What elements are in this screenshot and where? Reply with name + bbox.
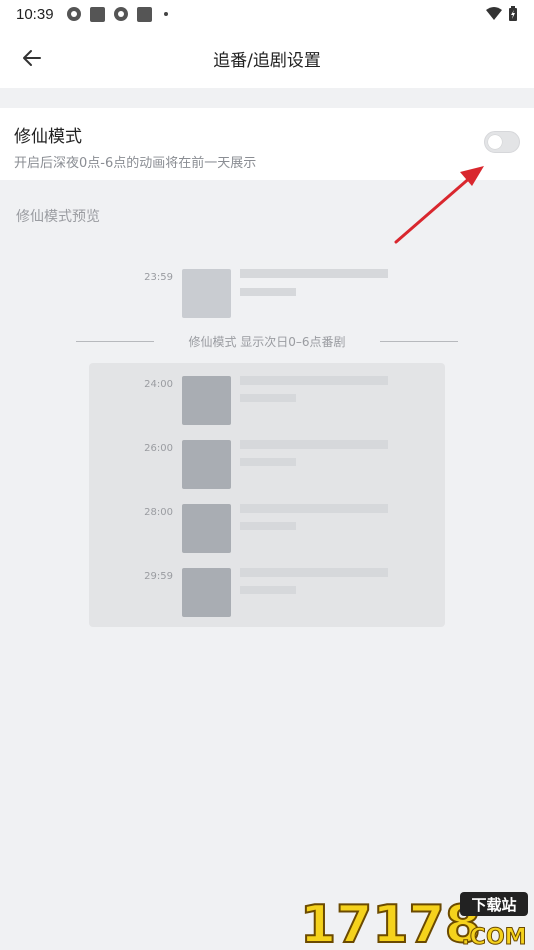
notification-square-icon (136, 6, 152, 22)
preview-time: 26:00 (144, 443, 173, 454)
preview-label: 修仙模式预览 (16, 209, 100, 225)
cultivation-mode-toggle[interactable] (484, 131, 520, 153)
site-watermark-logo: 17178 下载站 .COM (300, 892, 528, 948)
notification-square-icon (89, 6, 105, 22)
subtitle-placeholder-line (240, 522, 296, 530)
toggle-knob (488, 135, 502, 149)
battery-charging-icon (509, 6, 517, 21)
thumbnail-placeholder (182, 504, 231, 553)
subtitle-placeholder-line (240, 586, 296, 594)
svg-text:下载站: 下载站 (471, 896, 516, 914)
preview-time: 23:59 (144, 272, 173, 283)
cultivation-mode-setting[interactable]: 修仙模式 开启后深夜0点-6点的动画将在前一天展示 (0, 108, 534, 180)
status-bar: 10:39 (0, 0, 534, 28)
page-title: 追番/追剧设置 (213, 50, 321, 71)
preview-time: 28:00 (144, 507, 173, 518)
more-notifications-dot-icon (163, 12, 168, 16)
title-placeholder-line (240, 568, 388, 577)
app-bar: 追番/追剧设置 (0, 28, 534, 88)
divider-line-right (380, 341, 458, 342)
subtitle-placeholder-line (240, 458, 296, 466)
title-placeholder-line (240, 269, 388, 278)
title-placeholder-line (240, 376, 388, 385)
thumbnail-placeholder (182, 376, 231, 425)
app-notification-icon (66, 7, 81, 21)
status-time: 10:39 (16, 5, 54, 23)
thumbnail-placeholder (182, 568, 231, 617)
setting-description: 开启后深夜0点-6点的动画将在前一天展示 (14, 156, 257, 171)
subtitle-placeholder-line (240, 288, 296, 296)
title-placeholder-line (240, 440, 388, 449)
preview-time: 24:00 (144, 379, 173, 390)
preview-time: 29:59 (144, 571, 173, 582)
back-button[interactable] (16, 42, 48, 74)
setting-title: 修仙模式 (14, 127, 82, 147)
svg-text:.COM: .COM (461, 925, 526, 948)
thumbnail-placeholder (182, 440, 231, 489)
title-placeholder-line (240, 504, 388, 513)
thumbnail-placeholder (182, 269, 231, 318)
arrow-left-icon (23, 50, 41, 66)
app-notification-icon (113, 7, 128, 21)
subtitle-placeholder-line (240, 394, 296, 402)
svg-text:17178: 17178 (300, 895, 481, 948)
wifi-icon (486, 7, 502, 20)
